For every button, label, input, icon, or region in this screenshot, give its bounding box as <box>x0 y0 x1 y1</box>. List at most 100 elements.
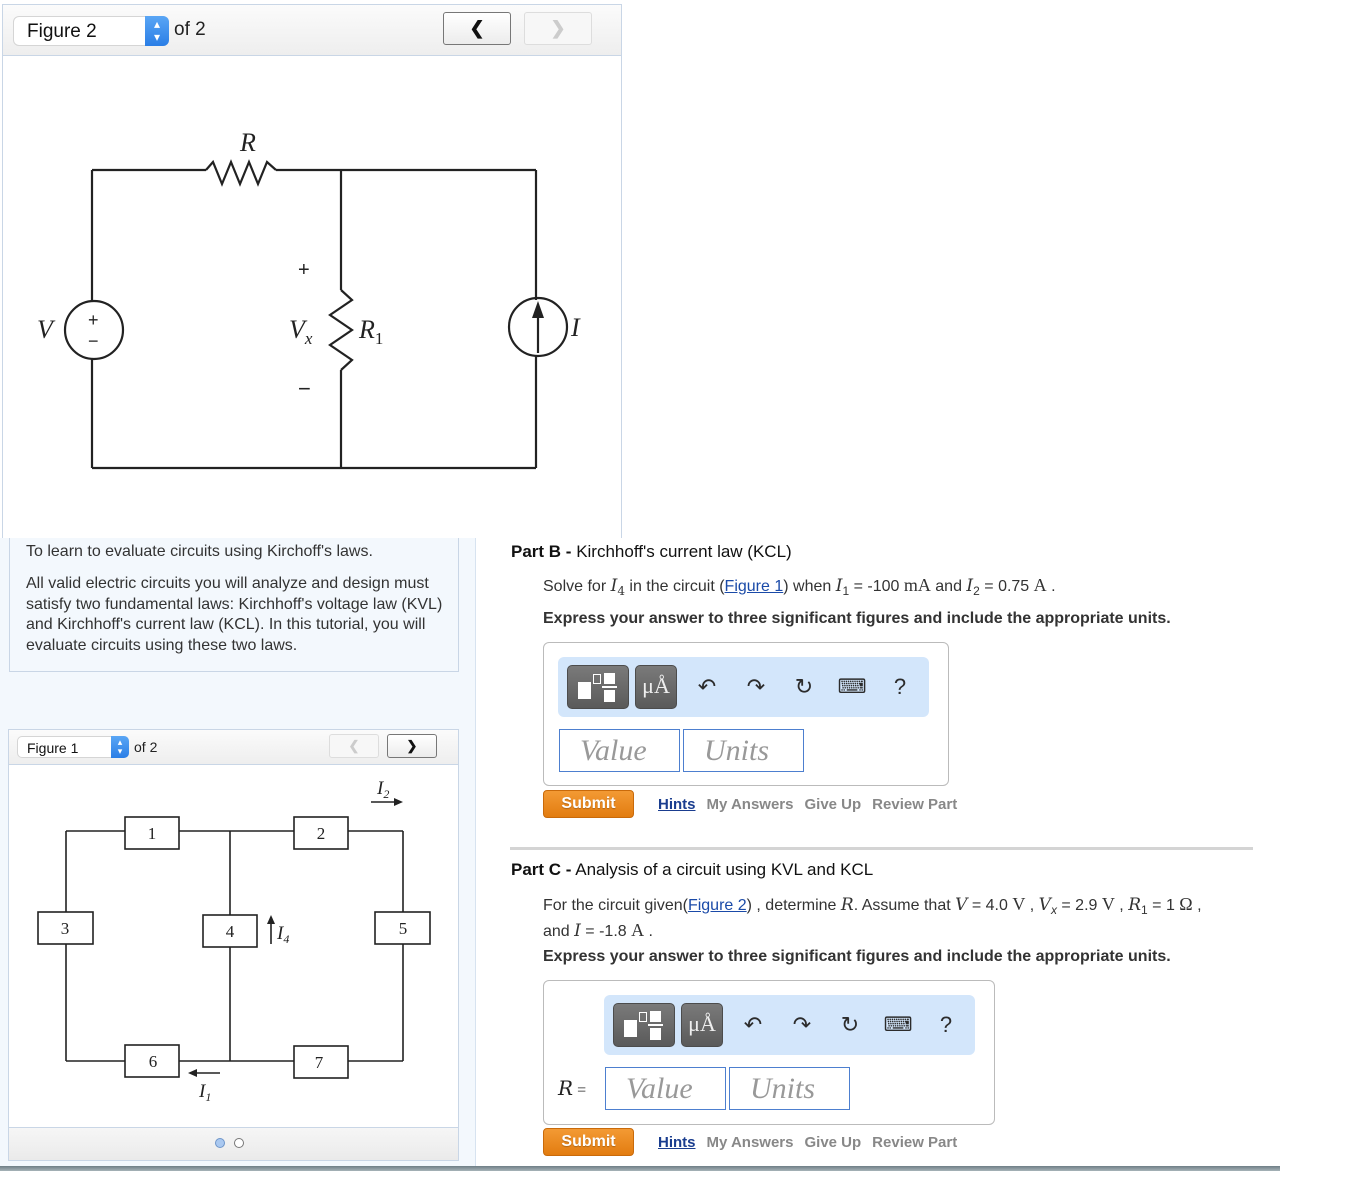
keyboard-icon[interactable]: ⌨ <box>837 673 867 701</box>
units-input[interactable] <box>729 1067 850 1110</box>
units-label: μÅ <box>688 1011 716 1036</box>
box-label-2: 2 <box>317 824 326 843</box>
my-answers-link[interactable]: My Answers <box>707 1134 794 1151</box>
current-label-i4: I4 <box>276 923 289 946</box>
keyboard-icon[interactable]: ⌨ <box>883 1011 913 1039</box>
template-den-box <box>650 1028 661 1040</box>
template-small-box <box>639 1012 647 1022</box>
template-button[interactable] <box>567 665 629 709</box>
label-source-plus: + <box>88 310 99 330</box>
answer-label-r: R = <box>558 1076 587 1100</box>
prev-figure-button[interactable]: ❮ <box>329 734 379 758</box>
template-small-box <box>593 674 601 684</box>
figure-2-link[interactable]: Figure 2 <box>688 897 747 914</box>
box-label-4: 4 <box>226 922 235 941</box>
part-c-title: Part C - Analysis of a circuit using KVL… <box>511 860 874 879</box>
pager-dot-2[interactable] <box>234 1138 244 1148</box>
intro-box: To learn to evaluate circuits using Kirc… <box>9 538 459 672</box>
figure-1-link[interactable]: Figure 1 <box>725 578 784 595</box>
review-part-link[interactable]: Review Part <box>872 796 957 813</box>
label-R: R <box>239 128 256 157</box>
figure-viewer-header: Figure 2 ▴ ▾ of 2 ❮ ❯ <box>3 5 621 56</box>
submit-button[interactable]: Submit <box>543 1128 634 1156</box>
label-V: V <box>37 315 56 344</box>
label-source-minus: − <box>88 331 99 351</box>
submit-button[interactable]: Submit <box>543 790 634 818</box>
resistor-R1 <box>328 289 354 371</box>
undo-icon[interactable]: ↶ <box>692 673 722 701</box>
reset-icon[interactable]: ↻ <box>789 673 819 701</box>
next-figure-button[interactable]: ❯ <box>524 12 592 45</box>
part-c-instruction: Express your answer to three significant… <box>543 948 1171 965</box>
current-label-i2: I2 <box>376 778 389 801</box>
box-label-1: 1 <box>148 824 157 843</box>
label-vx-plus: + <box>298 259 310 281</box>
chevron-left-icon: ❮ <box>469 18 485 38</box>
figure-select[interactable]: Figure 2 ▴ ▾ <box>13 16 169 46</box>
give-up-link[interactable]: Give Up <box>804 1134 861 1151</box>
figure-viewer-header: Figure 1 ▴ ▾ of 2 ❮ ❯ <box>9 730 458 765</box>
give-up-link[interactable]: Give Up <box>804 796 861 813</box>
math-toolbar: μÅ ↶ ↷ ↻ ⌨ ? <box>604 995 975 1055</box>
box-label-3: 3 <box>61 919 70 938</box>
box-label-6: 6 <box>149 1052 158 1071</box>
page-bottom-edge <box>0 1166 1280 1171</box>
undo-icon[interactable]: ↶ <box>738 1011 768 1039</box>
current-arrow-head <box>532 301 544 318</box>
hints-link[interactable]: Hints <box>658 1134 696 1151</box>
figure-select[interactable]: Figure 1 ▴ ▾ <box>17 736 129 758</box>
chevron-right-icon: ❯ <box>550 18 566 38</box>
review-part-link[interactable]: Review Part <box>872 1134 957 1151</box>
template-button[interactable] <box>613 1003 675 1047</box>
fraction-template-icon <box>578 682 591 699</box>
part-c-question: For the circuit given(Figure 2) , determ… <box>543 894 1202 942</box>
figure-select-value: Figure 2 <box>27 21 97 42</box>
select-updown-icon: ▴ ▾ <box>145 16 169 46</box>
chevron-right-icon: ❯ <box>406 738 418 753</box>
label-I: I <box>570 313 581 342</box>
hints-link[interactable]: Hints <box>658 796 696 813</box>
resistor-R <box>205 159 277 187</box>
figure-1-image: 1 2 3 4 5 6 7 I2 I4 I1 <box>9 765 458 1127</box>
label-R1: R1 <box>358 315 383 348</box>
next-figure-button[interactable]: ❯ <box>387 734 437 758</box>
arrow-i2-head <box>394 798 403 806</box>
figure-count: of 2 <box>134 739 158 755</box>
template-num-box <box>604 673 615 684</box>
circuit-diagram-figure-1: 1 2 3 4 5 6 7 I2 I4 I1 <box>37 778 431 1104</box>
part-b-instruction: Express your answer to three significant… <box>543 610 1171 627</box>
current-label-i1: I1 <box>198 1081 211 1104</box>
units-button[interactable]: μÅ <box>681 1003 723 1047</box>
part-b-question: Solve for I4 in the circuit (Figure 1) w… <box>543 575 1056 599</box>
part-b-answer-box: μÅ ↶ ↷ ↻ ⌨ ? <box>543 642 949 786</box>
help-button[interactable]: ? <box>885 673 915 701</box>
figure-count: of 2 <box>174 19 206 40</box>
box-label-5: 5 <box>399 919 408 938</box>
chevron-left-icon: ❮ <box>348 738 360 753</box>
pager-dot-1[interactable] <box>215 1138 225 1148</box>
label-vx-minus: − <box>298 376 311 401</box>
part-b-title: Part B - Kirchhoff's current law (KCL) <box>511 542 792 561</box>
arrow-i1-head <box>188 1069 197 1077</box>
help-button[interactable]: ? <box>931 1011 961 1039</box>
learning-objective: To learn to evaluate circuits using Kirc… <box>26 543 373 560</box>
my-answers-link[interactable]: My Answers <box>707 796 794 813</box>
value-input[interactable] <box>605 1067 726 1110</box>
units-input[interactable] <box>683 729 804 772</box>
arrow-i4-head <box>267 915 275 924</box>
template-den-box <box>604 690 615 702</box>
select-updown-icon: ▴ ▾ <box>111 736 129 758</box>
figure-2-image: R V I Vx R1 + − + − <box>3 56 621 538</box>
template-num-box <box>650 1011 661 1022</box>
part-c-actions: Hints My Answers Give Up Review Part <box>658 1134 968 1151</box>
part-b-actions: Hints My Answers Give Up Review Part <box>658 796 968 813</box>
value-input[interactable] <box>559 729 680 772</box>
units-button[interactable]: μÅ <box>635 665 677 709</box>
reset-icon[interactable]: ↻ <box>835 1011 865 1039</box>
figure-select-value: Figure 1 <box>27 740 79 756</box>
prev-figure-button[interactable]: ❮ <box>443 12 511 45</box>
template-frac-bar <box>648 1024 663 1026</box>
redo-icon[interactable]: ↷ <box>741 673 771 701</box>
figure-viewer-top: Figure 2 ▴ ▾ of 2 ❮ ❯ R V I Vx R1 + − + … <box>2 4 622 538</box>
redo-icon[interactable]: ↷ <box>787 1011 817 1039</box>
